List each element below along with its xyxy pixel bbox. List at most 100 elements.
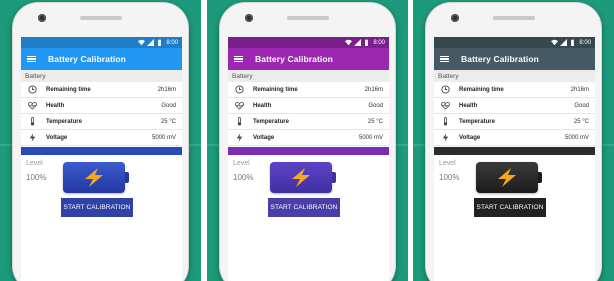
app-title: Battery Calibration: [48, 54, 126, 64]
status-time: 8:00: [579, 39, 591, 46]
heart-pulse-icon: [440, 101, 450, 111]
battery-graphic: [63, 162, 129, 193]
start-calibration-button[interactable]: START CALIBRATION: [268, 198, 340, 217]
app-title: Battery Calibration: [461, 54, 539, 64]
row-label: Temperature: [253, 118, 289, 125]
clock-icon: [234, 85, 244, 95]
signal-icon: [560, 39, 568, 46]
thermometer-icon: [440, 117, 450, 127]
status-icons: [551, 39, 576, 46]
front-camera: [451, 14, 459, 22]
wifi-icon: [138, 39, 146, 46]
battery-level-area: Level 100% START CALIBRATION: [434, 155, 595, 217]
clock-icon: [440, 85, 450, 95]
panel-dark-theme: 8:00 Battery Calibration Battery Remaini…: [413, 0, 614, 281]
heart-pulse-icon: [27, 101, 37, 111]
clock-icon: [27, 85, 37, 95]
section-header-battery: Battery: [228, 70, 389, 82]
status-time: 8:00: [373, 39, 385, 46]
start-calibration-button[interactable]: START CALIBRATION: [474, 198, 546, 217]
lightning-bolt-icon: [85, 168, 103, 187]
phone-frame: 8:00 Battery Calibration Battery Remaini…: [219, 2, 396, 281]
info-row-health: Health Good: [434, 98, 595, 114]
row-value: 5000 mV: [151, 134, 176, 141]
row-label: Remaining time: [253, 86, 298, 93]
thermometer-icon: [27, 117, 37, 127]
battery-graphic: [270, 162, 336, 193]
wifi-icon: [345, 39, 353, 46]
app-bar: Battery Calibration: [434, 48, 595, 70]
info-row-remaining-time: Remaining time 2h16m: [434, 82, 595, 98]
info-row-voltage: Voltage 5000 mV: [228, 130, 389, 146]
row-value: 25 °C: [573, 118, 589, 125]
info-row-temperature: Temperature 25 °C: [21, 114, 182, 130]
signal-icon: [354, 39, 362, 46]
signal-icon: [147, 39, 155, 46]
lightning-bolt-icon: [292, 168, 310, 187]
phone-screen: 8:00 Battery Calibration Battery Remaini…: [21, 37, 182, 281]
row-value: 2h16m: [570, 86, 589, 93]
status-bar: 8:00: [21, 37, 182, 48]
info-row-health: Health Good: [228, 98, 389, 114]
row-value: Good: [574, 102, 589, 109]
phone-screen: 8:00 Battery Calibration Battery Remaini…: [434, 37, 595, 281]
row-value: Good: [368, 102, 383, 109]
row-value: Good: [161, 102, 176, 109]
app-title: Battery Calibration: [255, 54, 333, 64]
row-label: Temperature: [459, 118, 495, 125]
row-label: Remaining time: [46, 86, 91, 93]
accent-bar: [228, 147, 389, 155]
battery-status-icon: [158, 39, 162, 46]
start-calibration-button[interactable]: START CALIBRATION: [61, 198, 133, 217]
earpiece-speaker: [493, 16, 535, 20]
row-value: 2h16m: [364, 86, 383, 93]
info-row-health: Health Good: [21, 98, 182, 114]
level-value: 100%: [439, 173, 460, 182]
lightning-bolt-icon: [498, 168, 516, 187]
battery-tip: [538, 172, 542, 183]
info-row-voltage: Voltage 5000 mV: [21, 130, 182, 146]
info-row-remaining-time: Remaining time 2h16m: [21, 82, 182, 98]
hamburger-menu-icon[interactable]: [27, 55, 36, 63]
accent-bar: [434, 147, 595, 155]
app-bar: Battery Calibration: [21, 48, 182, 70]
row-label: Remaining time: [459, 86, 504, 93]
earpiece-speaker: [80, 16, 122, 20]
level-label: Level: [439, 160, 456, 167]
screenshot-collage: 8:00 Battery Calibration Battery Remaini…: [0, 0, 614, 281]
row-label: Health: [253, 102, 272, 109]
row-label: Temperature: [46, 118, 82, 125]
heart-pulse-icon: [234, 101, 244, 111]
battery-level-area: Level 100% START CALIBRATION: [21, 155, 182, 217]
row-value: 2h16m: [157, 86, 176, 93]
battery-level-area: Level 100% START CALIBRATION: [228, 155, 389, 217]
status-icons: [345, 39, 370, 46]
row-label: Voltage: [459, 134, 481, 141]
accent-bar: [21, 147, 182, 155]
section-header-battery: Battery: [21, 70, 182, 82]
status-bar: 8:00: [228, 37, 389, 48]
battery-status-icon: [365, 39, 369, 46]
info-row-voltage: Voltage 5000 mV: [434, 130, 595, 146]
panel-purple-theme: 8:00 Battery Calibration Battery Remaini…: [207, 0, 408, 281]
front-camera: [245, 14, 253, 22]
bolt-icon: [440, 133, 450, 143]
status-bar: 8:00: [434, 37, 595, 48]
level-value: 100%: [26, 173, 47, 182]
level-label: Level: [26, 160, 43, 167]
info-row-remaining-time: Remaining time 2h16m: [228, 82, 389, 98]
front-camera: [38, 14, 46, 22]
hamburger-menu-icon[interactable]: [440, 55, 449, 63]
section-header-battery: Battery: [434, 70, 595, 82]
row-value: 25 °C: [160, 118, 176, 125]
battery-tip: [125, 172, 129, 183]
info-row-temperature: Temperature 25 °C: [434, 114, 595, 130]
hamburger-menu-icon[interactable]: [234, 55, 243, 63]
row-label: Health: [46, 102, 65, 109]
level-label: Level: [233, 160, 250, 167]
phone-frame: 8:00 Battery Calibration Battery Remaini…: [12, 2, 189, 281]
thermometer-icon: [234, 117, 244, 127]
info-row-temperature: Temperature 25 °C: [228, 114, 389, 130]
app-bar: Battery Calibration: [228, 48, 389, 70]
bolt-icon: [27, 133, 37, 143]
